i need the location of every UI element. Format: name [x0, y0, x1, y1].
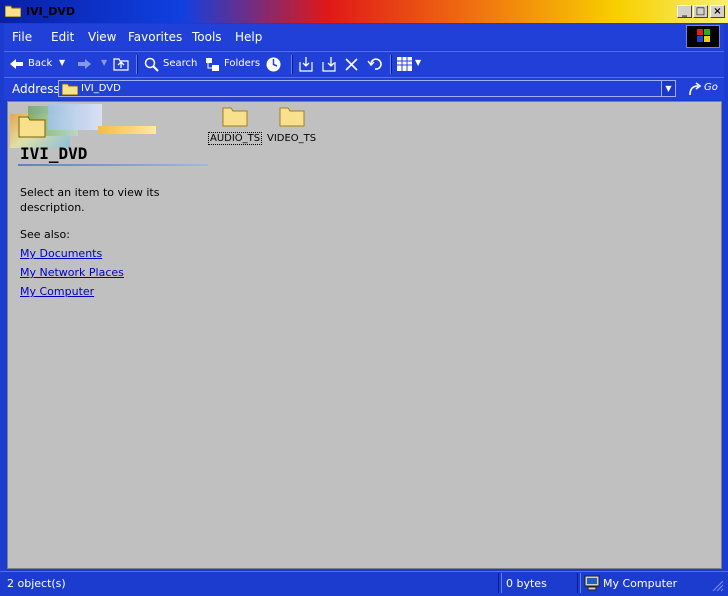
folder-title: IVI_DVD — [20, 144, 88, 163]
chevron-down-icon: ▼ — [665, 84, 672, 93]
search-button[interactable]: Search — [144, 55, 200, 74]
maximize-icon: □ — [695, 6, 706, 17]
toolbar-separator — [291, 55, 293, 74]
menu-bar: File Edit View Favorites Tools Help — [4, 24, 724, 50]
address-input[interactable]: IVI_DVD — [58, 80, 662, 97]
search-label: Search — [163, 58, 198, 69]
menu-help[interactable]: Help — [235, 30, 262, 44]
toolbar-separator — [136, 55, 138, 74]
windows-flag-icon — [697, 29, 710, 42]
file-name: AUDIO_TS — [208, 132, 263, 145]
resize-grip-icon — [712, 580, 724, 592]
link-my-computer[interactable]: My Computer — [20, 285, 94, 298]
title-bar[interactable]: IVI_DVD _ □ × — [0, 0, 728, 23]
address-dropdown-button[interactable]: ▼ — [661, 80, 676, 97]
delete-icon[interactable] — [345, 58, 358, 71]
folders-button[interactable]: Folders — [205, 55, 263, 74]
views-icon[interactable] — [397, 57, 412, 71]
history-icon[interactable] — [265, 56, 282, 73]
menu-favorites[interactable]: Favorites — [128, 30, 182, 44]
window-title: IVI_DVD — [26, 5, 75, 18]
address-bar: Address IVI_DVD ▼ Go — [4, 77, 724, 100]
status-bar: 2 object(s) 0 bytes My Computer — [0, 571, 728, 596]
see-also-label: See also: — [20, 228, 70, 241]
minimize-button[interactable]: _ — [677, 5, 692, 18]
minimize-icon: _ — [682, 6, 687, 17]
forward-arrow-icon[interactable] — [76, 58, 92, 70]
close-icon: × — [713, 6, 722, 17]
folder-icon — [62, 83, 78, 95]
folders-label: Folders — [224, 58, 261, 69]
back-dropdown-icon[interactable]: ▼ — [59, 58, 65, 67]
folders-tree-icon — [206, 58, 219, 71]
status-object-count: 2 object(s) — [7, 577, 66, 590]
resize-grip[interactable] — [712, 580, 724, 592]
menu-view[interactable]: View — [88, 30, 116, 44]
pane-banner-graphic — [8, 102, 208, 148]
status-size: 0 bytes — [506, 577, 547, 590]
menu-tools[interactable]: Tools — [192, 30, 222, 44]
undo-icon[interactable] — [367, 57, 383, 71]
forward-dropdown-icon[interactable]: ▼ — [101, 58, 107, 67]
back-label: Back — [28, 58, 53, 69]
menu-file[interactable]: File — [12, 30, 32, 44]
maximize-button[interactable]: □ — [693, 5, 708, 18]
my-computer-icon — [584, 575, 600, 591]
title-underline — [18, 164, 208, 166]
search-icon — [144, 57, 159, 72]
move-to-icon[interactable] — [298, 56, 315, 72]
link-my-network-places[interactable]: My Network Places — [20, 266, 124, 279]
go-button[interactable]: Go — [704, 82, 718, 93]
back-arrow-icon — [10, 59, 23, 69]
folder-icon — [279, 107, 305, 127]
toolbar-separator — [390, 55, 392, 74]
standard-toolbar: Back ▼ ▼ Search Folders ▼ — [4, 51, 724, 77]
address-value: IVI_DVD — [81, 83, 121, 94]
close-button[interactable]: × — [710, 5, 725, 18]
address-label: Address — [12, 82, 60, 96]
windows-logo-throbber — [686, 25, 720, 48]
status-separator — [577, 573, 581, 593]
folder-large-icon — [18, 116, 46, 138]
folder-icon — [222, 107, 248, 127]
views-dropdown-icon[interactable]: ▼ — [415, 58, 421, 67]
file-item-video-ts[interactable]: VIDEO_TS — [266, 103, 322, 147]
item-description: Select an item to view its description. — [20, 186, 160, 214]
menu-edit[interactable]: Edit — [51, 30, 74, 44]
status-zone: My Computer — [603, 577, 678, 590]
up-folder-icon[interactable] — [113, 56, 129, 71]
status-separator — [498, 573, 502, 593]
copy-to-icon[interactable] — [321, 56, 338, 72]
link-my-documents[interactable]: My Documents — [20, 247, 102, 260]
folder-content-view[interactable]: IVI_DVD Select an item to view its descr… — [7, 101, 722, 569]
file-item-audio-ts[interactable]: AUDIO_TS — [207, 103, 263, 147]
file-name: VIDEO_TS — [267, 133, 317, 144]
folder-icon — [5, 5, 21, 17]
go-arrow-icon[interactable] — [688, 82, 702, 96]
back-button[interactable]: Back — [10, 55, 58, 74]
